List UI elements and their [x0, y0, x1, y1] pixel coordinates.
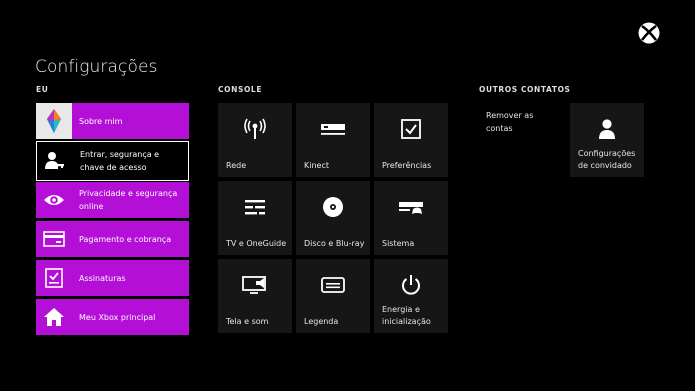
tile-tela-som[interactable]: Tela e som	[218, 259, 292, 333]
eye-icon	[36, 182, 72, 218]
tile-label: Preferências	[382, 161, 432, 170]
tile-label: Rede	[226, 161, 247, 170]
tile-label: Configurações de convidado	[578, 149, 636, 170]
tile-label: Legenda	[304, 317, 339, 326]
eu-item-label: Sobre mim	[79, 116, 123, 126]
tile-label: Sistema	[382, 239, 415, 248]
meu-xbox-button[interactable]: Meu Xbox principal	[36, 299, 189, 335]
tile-disco-bluray[interactable]: Disco e Blu-ray	[296, 181, 370, 255]
tile-sistema[interactable]: Sistema	[374, 181, 448, 255]
tile-rede[interactable]: Rede	[218, 103, 292, 177]
section-header-console: CONSOLE	[218, 85, 263, 94]
eu-item-label: Entrar, segurança e chave de acesso	[80, 150, 160, 172]
user-key-icon	[37, 143, 73, 179]
tile-legenda[interactable]: Legenda	[296, 259, 370, 333]
assinaturas-button[interactable]: Assinaturas	[36, 260, 189, 296]
tile-label: Disco e Blu-ray	[304, 239, 365, 248]
tile-energia[interactable]: Energia e inicialização	[374, 259, 448, 333]
eu-item-label: Meu Xbox principal	[79, 312, 156, 322]
remover-contas-link[interactable]: Remover as contas	[486, 109, 556, 135]
eu-item-label: Privacidade e segurança online	[79, 189, 178, 211]
power-icon	[374, 273, 448, 297]
kinect-icon	[296, 117, 370, 141]
tile-preferencias[interactable]: Preferências	[374, 103, 448, 177]
disc-icon	[296, 195, 370, 219]
eu-item-label: Pagamento e cobrança	[79, 234, 172, 244]
caption-icon	[296, 273, 370, 297]
network-icon	[218, 117, 292, 141]
section-header-eu: EU	[36, 85, 49, 94]
guest-icon	[570, 117, 644, 141]
tv-guide-icon	[218, 195, 292, 219]
page-title: Configurações	[35, 57, 158, 77]
section-header-outros: OUTROS CONTATOS	[479, 85, 571, 94]
entrar-seguranca-button[interactable]: Entrar, segurança e chave de acesso	[36, 141, 189, 181]
avatar-icon	[36, 103, 72, 139]
tile-tv-oneguide[interactable]: TV e OneGuide	[218, 181, 292, 255]
privacidade-button[interactable]: Privacidade e segurança online	[36, 182, 189, 218]
tile-label: Tela e som	[226, 317, 269, 326]
display-sound-icon	[218, 273, 292, 297]
sobre-mim-button[interactable]: Sobre mim	[36, 103, 189, 139]
eu-item-label: Assinaturas	[79, 273, 126, 283]
tile-convidado[interactable]: Configurações de convidado	[570, 103, 644, 177]
xbox-logo-icon	[638, 22, 660, 44]
checkbox-icon	[374, 117, 448, 141]
tile-label: Energia e inicialização	[382, 305, 431, 326]
credit-card-icon	[36, 221, 72, 257]
tile-kinect[interactable]: Kinect	[296, 103, 370, 177]
pagamento-button[interactable]: Pagamento e cobrança	[36, 221, 189, 257]
checklist-icon	[36, 260, 72, 296]
tile-label: Kinect	[304, 161, 329, 170]
system-icon	[374, 195, 448, 219]
home-icon	[36, 299, 72, 335]
tile-label: TV e OneGuide	[226, 239, 287, 248]
